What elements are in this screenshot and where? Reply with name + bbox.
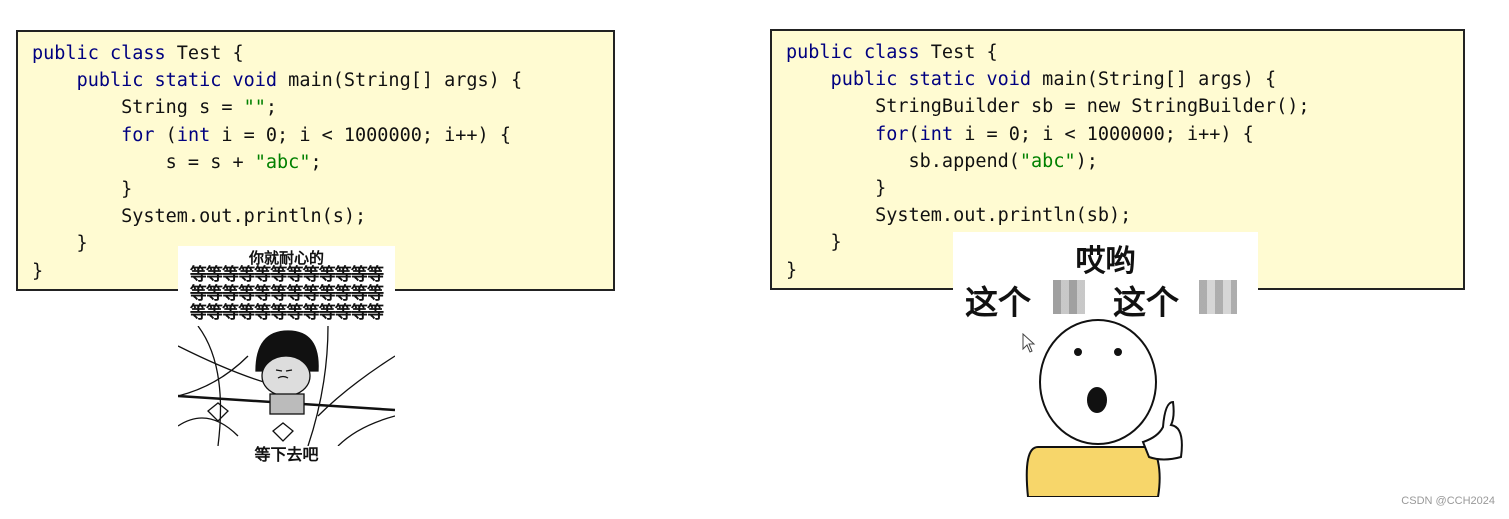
code-text: System.out.println(s); — [32, 206, 367, 228]
code-keyword: int — [919, 123, 954, 145]
meme-caption-line1: 哎哟 — [1075, 244, 1136, 279]
meme-wait-row: 等等等等等等等等等等等等 — [189, 303, 384, 323]
code-text: ); — [1075, 150, 1098, 172]
pixelated-censor — [1199, 280, 1237, 314]
code-keyword: for — [875, 123, 909, 145]
meme-caption-bottom: 等下去吧 — [254, 445, 319, 464]
code-string: "" — [243, 97, 266, 119]
code-text: String s = — [32, 97, 244, 119]
meme-thumbs-up-image: 哎哟 这个 这个 — [953, 232, 1258, 497]
code-line: StringBuilder sb = new StringBuilder(); — [786, 93, 1463, 120]
code-text: ( — [908, 123, 920, 145]
code-line: public static void main(String[] args) { — [32, 67, 613, 94]
watermark: CSDN @CCH2024 — [1401, 495, 1495, 507]
code-line: System.out.println(sb); — [786, 202, 1463, 229]
code-text: ; — [265, 97, 278, 119]
code-line: String s = ""; — [32, 94, 613, 121]
code-text: } — [786, 259, 798, 281]
code-line: } — [32, 176, 613, 203]
code-text: sb.append( — [786, 150, 1020, 172]
code-line: s = s + "abc"; — [32, 149, 613, 176]
code-string: "abc" — [254, 151, 311, 173]
code-text: ; — [310, 151, 322, 173]
meme-wait-row: 等等等等等等等等等等等等 — [189, 284, 384, 304]
code-text: Test { — [165, 43, 244, 64]
code-keyword: int — [176, 124, 211, 146]
code-text: } — [32, 260, 44, 282]
code-line: for (int i = 0; i < 1000000; i++) { — [32, 122, 613, 149]
code-text: System.out.println(sb); — [786, 205, 1132, 227]
code-line: } — [786, 175, 1463, 202]
meme-waiting-image: 你就耐心的 等等等等等等等等等等等等 等等等等等等等等等等等等 等等等等等等等等… — [178, 246, 395, 464]
code-text: i = 0; i < 1000000; i++) { — [210, 124, 511, 146]
code-keyword: public class — [32, 43, 166, 64]
code-text: StringBuilder sb = new StringBuilder(); — [786, 96, 1310, 118]
code-string: "abc" — [1019, 150, 1076, 172]
code-keyword: for — [121, 124, 155, 146]
code-text: } — [32, 179, 133, 201]
code-text: i = 0; i < 1000000; i++) { — [953, 123, 1254, 145]
code-line: sb.append("abc"); — [786, 148, 1463, 175]
thumbs-up-face-illustration — [1025, 319, 1183, 497]
meme-wait-row: 等等等等等等等等等等等等 — [189, 265, 384, 285]
code-line: public class Test { — [786, 39, 1463, 66]
code-text: s = s + — [32, 151, 255, 173]
code-line: System.out.println(s); — [32, 203, 613, 230]
code-line: public static void main(String[] args) { — [786, 66, 1463, 93]
mouse-cursor-icon — [1022, 333, 1036, 353]
code-text: Test { — [919, 42, 998, 63]
code-text: } — [786, 178, 887, 200]
code-keyword: public static void — [76, 70, 278, 92]
code-text: main(String[] args) { — [1031, 69, 1277, 91]
code-keyword: public static void — [830, 69, 1032, 91]
code-line: public class Test { — [32, 40, 613, 67]
code-text: main(String[] args) { — [277, 70, 523, 92]
spiderweb-face-illustration — [178, 326, 395, 446]
code-line: for(int i = 0; i < 1000000; i++) { — [786, 121, 1463, 148]
code-text: } — [786, 232, 842, 254]
pixelated-censor — [1053, 280, 1085, 314]
code-text: } — [32, 233, 88, 255]
code-text: ( — [154, 124, 177, 146]
code-keyword: public class — [786, 42, 920, 63]
